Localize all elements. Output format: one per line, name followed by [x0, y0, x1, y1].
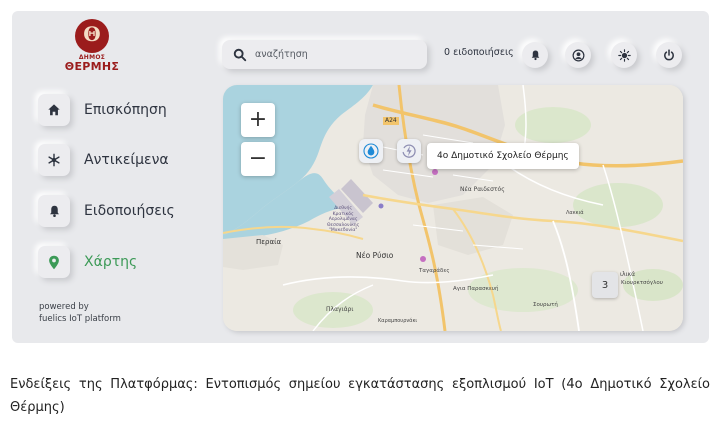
user-profile-button[interactable]	[565, 42, 591, 68]
sidebar-item-label: Επισκόπηση	[84, 102, 167, 118]
home-icon	[38, 94, 70, 126]
map-label-nea-raidestos: Νέα Ραιδεστός	[460, 186, 505, 193]
sidebar-item-label: Αντικείμενα	[84, 152, 169, 168]
marker-tooltip: 4ο Δημοτικό Σχολείο Θέρμης	[427, 143, 579, 169]
logo-glyph: Θ	[83, 22, 101, 46]
snowflake-icon	[38, 144, 70, 176]
search-bar	[222, 40, 427, 69]
map-label-airport: Διεθνής Κρατικός Αερολιμένας Θεσσαλονίκη…	[327, 206, 359, 234]
map-label-plagiari: Πλαγιάρι	[326, 306, 354, 313]
map-label-ilika: ιλικά	[620, 271, 636, 278]
sidebar-item-overview[interactable]: Επισκόπηση	[38, 93, 218, 127]
map-label-nea-rysio: Νέο Ρύσιο	[356, 251, 394, 260]
power-icon	[663, 49, 675, 61]
map-label-karampournaki: Καραμπουρνάκι	[378, 318, 418, 324]
sidebar-item-notifications[interactable]: Ειδοποιήσεις	[38, 194, 218, 228]
sidebar-item-map[interactable]: Χάρτης	[38, 245, 218, 279]
map-label-tagarades: Ταγαράδες	[419, 268, 450, 274]
user-icon	[572, 49, 585, 62]
map-label-lakkia: Λακκιά	[566, 210, 584, 216]
map-label-airport-line: Αερολιμένας	[328, 217, 358, 222]
logout-button[interactable]	[656, 42, 682, 68]
map-label-agia-paraskevi: Αγια Παρασκευή	[453, 286, 499, 292]
map-label-a24: A24	[383, 117, 399, 125]
app-window: Θ ΔΗΜΟΣ ΘΕΡΜΗΣ Επισκόπηση Αντικείμενα Ει…	[12, 11, 709, 343]
powered-by-platform: fuelics IoT platform	[39, 314, 121, 324]
notifications-count: 0 ειδοποιήσεις	[444, 47, 514, 58]
map-label-kiourktsoglou: Κιουρκτσόγλου	[621, 280, 663, 286]
bell-icon	[38, 195, 70, 227]
search-input[interactable]	[255, 49, 415, 60]
zoom-in-button[interactable]: +	[241, 103, 275, 137]
water-sensor-marker[interactable]	[359, 139, 383, 163]
map-label-airport-line: "Μακεδονία"	[328, 228, 358, 233]
marker-cluster[interactable]: 3	[592, 272, 618, 298]
bell-button[interactable]	[522, 42, 548, 68]
powered-by: powered by fuelics IoT platform	[39, 301, 121, 325]
municipality-logo[interactable]: Θ ΔΗΜΟΣ ΘΕΡΜΗΣ	[64, 19, 120, 73]
location-pin-icon	[38, 246, 70, 278]
energy-icon	[401, 143, 417, 159]
figure-caption: Ενδείξεις της Πλατφόρμας: Εντοπισμός σημ…	[10, 377, 710, 415]
sun-icon	[617, 48, 631, 62]
map-label-souroti: Σουρωτή	[533, 302, 558, 308]
sidebar-item-objects[interactable]: Αντικείμενα	[38, 143, 218, 177]
search-icon[interactable]	[233, 48, 247, 62]
zoom-out-button[interactable]: −	[241, 142, 275, 176]
powered-by-line: powered by	[39, 302, 89, 312]
logo-badge: Θ	[75, 19, 109, 53]
map-label-peraia: Περαία	[256, 238, 282, 246]
map-view[interactable]: A24 Νέα Ραιδεστός Λακκιά Περαία Διεθνής …	[223, 85, 683, 331]
sidebar-item-label: Χάρτης	[84, 254, 138, 270]
settings-button[interactable]	[611, 42, 637, 68]
energy-sensor-marker[interactable]	[397, 139, 421, 163]
sidebar-item-label: Ειδοποιήσεις	[84, 203, 175, 219]
water-drop-icon	[363, 143, 379, 159]
logo-municipality-name: ΘΕΡΜΗΣ	[64, 60, 120, 73]
bell-icon	[530, 49, 541, 61]
